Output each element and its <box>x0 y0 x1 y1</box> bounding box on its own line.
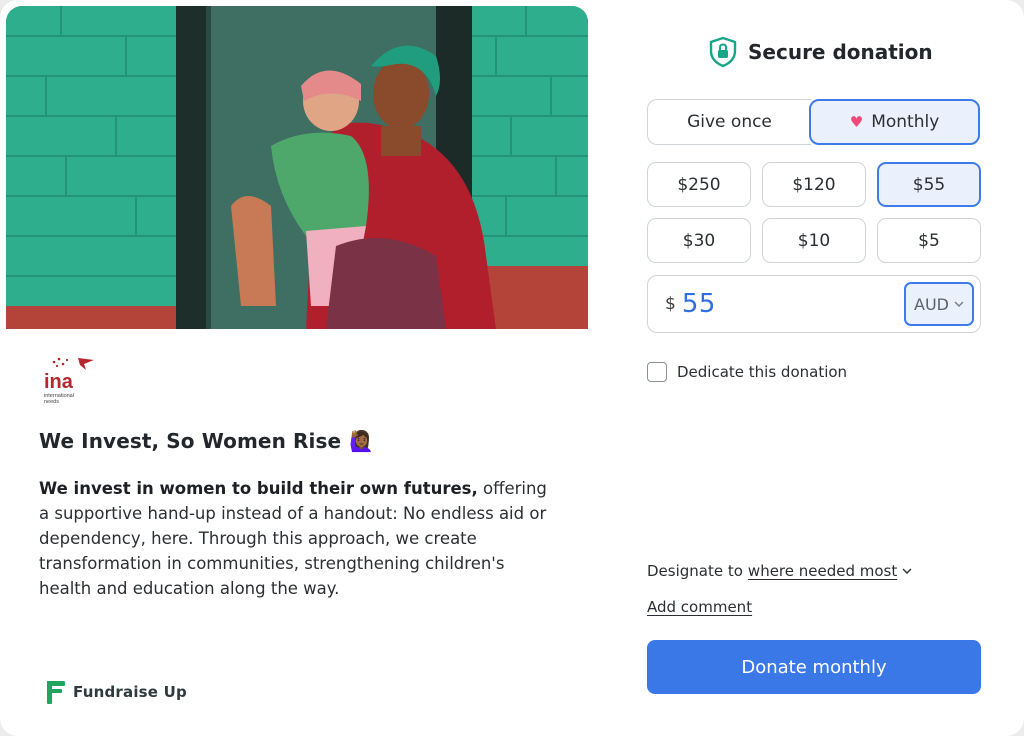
amount-label: $55 <box>912 174 946 195</box>
amount-label: $120 <box>792 174 836 195</box>
amount-option-120[interactable]: $120 <box>762 162 866 207</box>
designation-select[interactable]: where needed most <box>748 562 897 580</box>
form-header: Secure donation <box>708 36 933 68</box>
give-once-button[interactable]: Give once <box>647 99 811 145</box>
currency-code: AUD <box>914 294 949 314</box>
donate-button-label: Donate monthly <box>741 656 887 678</box>
monthly-label: Monthly <box>871 112 940 132</box>
campaign-panel: ina international needs We Invest, So Wo… <box>6 6 588 726</box>
amount-value[interactable]: 55 <box>682 289 716 319</box>
amount-label: $30 <box>682 230 716 251</box>
donate-button[interactable]: Donate monthly <box>647 640 981 694</box>
heart-icon: ♥ <box>849 113 864 131</box>
dedicate-label: Dedicate this donation <box>677 363 848 381</box>
donation-widget: ina international needs We Invest, So Wo… <box>0 0 1024 736</box>
amount-label: $250 <box>677 174 721 195</box>
fundraise-up-brand-name: Fundraise Up <box>73 683 187 701</box>
currency-symbol: $ <box>665 294 676 314</box>
amount-option-30[interactable]: $30 <box>647 218 751 263</box>
amount-option-10[interactable]: $10 <box>762 218 866 263</box>
campaign-title-text: We Invest, So Women Rise <box>39 429 342 453</box>
monthly-button[interactable]: ♥ Monthly <box>809 99 980 145</box>
currency-select[interactable]: AUD <box>904 282 974 326</box>
designate-prefix: Designate to <box>647 562 743 580</box>
campaign-description: We invest in women to build their own fu… <box>39 476 559 601</box>
chevron-down-icon[interactable] <box>902 568 912 575</box>
organization-logo: ina international needs <box>40 352 96 408</box>
organization-logo-text: ina <box>44 371 74 393</box>
dedicate-option[interactable]: Dedicate this donation <box>647 362 847 382</box>
amount-label: $10 <box>797 230 831 251</box>
dedicate-checkbox[interactable] <box>647 362 667 382</box>
add-comment-link[interactable]: Add comment <box>647 598 752 616</box>
campaign-title: We Invest, So Women Rise 🙋🏾‍♀️ <box>39 429 374 453</box>
amount-label: $5 <box>918 230 940 251</box>
shield-lock-icon <box>709 36 737 68</box>
form-title: Secure donation <box>748 40 933 64</box>
donation-form: Secure donation Give once ♥ Monthly $250… <box>620 0 1018 736</box>
designation-row: Designate to where needed most <box>647 562 912 580</box>
frequency-toggle: Give once ♥ Monthly <box>647 99 981 145</box>
organization-logo-subtext: needs <box>44 399 59 405</box>
give-once-label: Give once <box>687 112 772 132</box>
raising-hand-emoji-icon: 🙋🏾‍♀️ <box>349 429 375 453</box>
custom-amount-input[interactable]: $ 55 AUD <box>647 275 981 333</box>
amount-option-55[interactable]: $55 <box>877 162 981 207</box>
amount-options: $250 $120 $55 $30 $10 $5 <box>647 162 981 263</box>
fundraise-up-logo-icon <box>47 681 65 704</box>
amount-option-5[interactable]: $5 <box>877 218 981 263</box>
campaign-description-bold: We invest in women to build their own fu… <box>39 479 478 498</box>
campaign-photo <box>6 6 588 329</box>
amount-option-250[interactable]: $250 <box>647 162 751 207</box>
chevron-down-icon <box>954 300 964 307</box>
fundraise-up-brand[interactable]: Fundraise Up <box>43 679 187 705</box>
